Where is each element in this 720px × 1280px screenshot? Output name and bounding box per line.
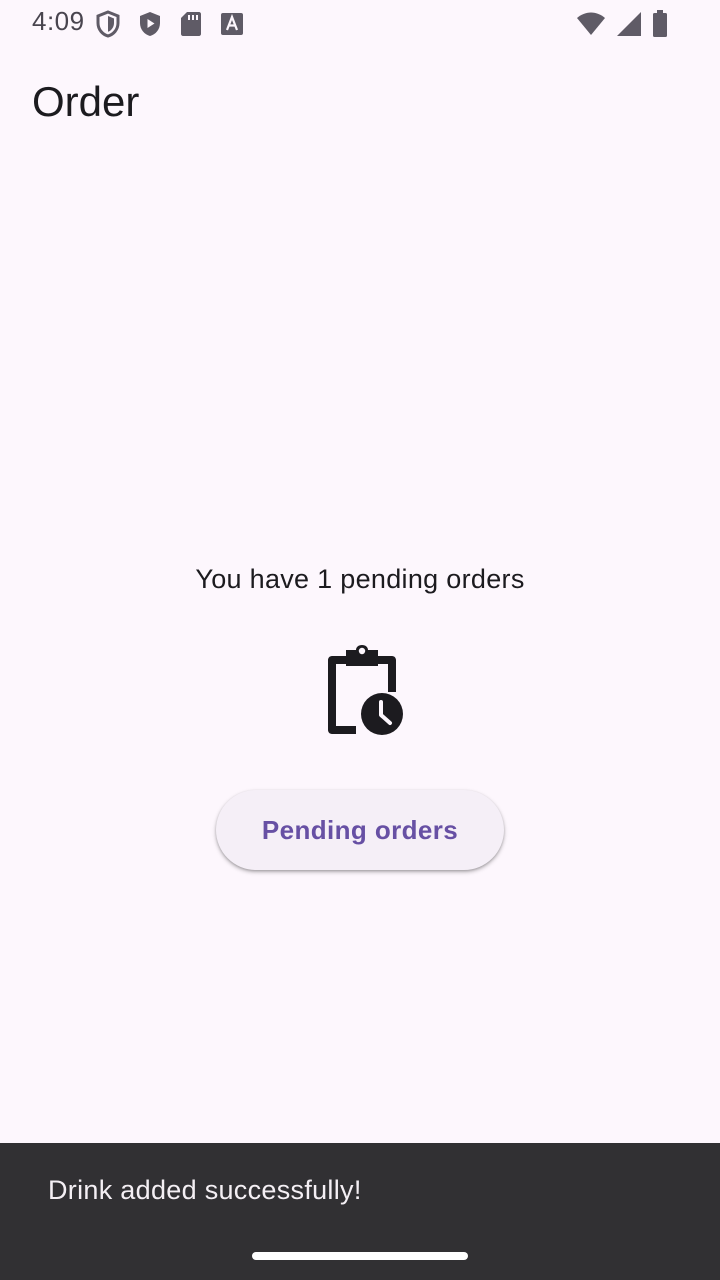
play-protect-icon: [138, 10, 162, 38]
status-time: 4:09: [32, 6, 85, 36]
pending-orders-message: You have 1 pending orders: [195, 564, 525, 594]
wifi-icon: [576, 11, 606, 37]
pending-actions-icon: [320, 644, 404, 736]
snackbar: Drink added successfully!: [0, 1143, 720, 1280]
snackbar-message: Drink added successfully!: [48, 1175, 362, 1205]
page-title: Order: [32, 78, 140, 125]
battery-icon: [652, 10, 668, 38]
sd-card-icon: [180, 11, 202, 37]
home-indicator[interactable]: [252, 1252, 468, 1260]
pending-orders-button[interactable]: Pending orders: [216, 790, 504, 870]
cellular-signal-icon: [616, 11, 642, 37]
status-icons-right: [576, 10, 668, 38]
status-bar: 4:09: [0, 0, 720, 48]
status-icons-left: [96, 10, 244, 38]
shield-outline-icon: [96, 10, 120, 38]
font-a-icon: [220, 12, 244, 36]
